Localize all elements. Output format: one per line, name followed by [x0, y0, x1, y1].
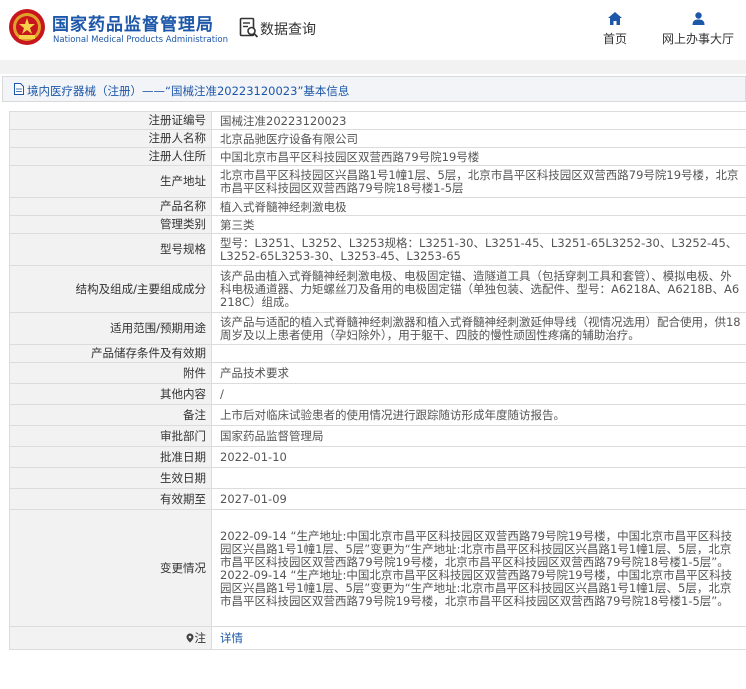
- table-row-note: 注 详情: [10, 627, 746, 650]
- note-label-cell: 注: [10, 627, 212, 649]
- field-label: 生效日期: [10, 468, 212, 488]
- field-label: 注册人名称: [10, 130, 212, 147]
- table-row: 适用范围/预期用途 该产品与适配的植入式脊髓神经刺激器和植入式脊髓神经刺激延伸导…: [10, 313, 746, 345]
- field-value: 该产品与适配的植入式脊髓神经刺激器和植入式脊髓神经刺激延伸导线（视情况选用）配合…: [212, 313, 746, 344]
- change-log-value: 2022-09-14 “生产地址:中国北京市昌平区科技园区双营西路79号院19号…: [212, 510, 746, 626]
- table-row: 其他内容 /: [10, 384, 746, 405]
- field-value: [212, 468, 746, 488]
- field-label: 备注: [10, 405, 212, 425]
- nav-home-label: 首页: [602, 32, 627, 46]
- document-icon: [14, 83, 24, 95]
- field-label: 结构及组成/主要组成成分: [10, 266, 212, 312]
- field-value: 2027-01-09: [212, 489, 746, 509]
- table-row: 管理类别 第三类: [10, 216, 746, 234]
- field-label: 审批部门: [10, 426, 212, 446]
- field-label: 产品储存条件及有效期: [10, 345, 212, 362]
- table-row: 结构及组成/主要组成成分 该产品由植入式脊髓神经刺激电极、电极固定锚、造隧道工具…: [10, 266, 746, 313]
- table-row: 附件 产品技术要求: [10, 363, 746, 384]
- table-row: 备注 上市后对临床试验患者的使用情况进行跟踪随访形成年度随访报告。: [10, 405, 746, 426]
- field-label: 生产地址: [10, 166, 212, 197]
- field-value: 该产品由植入式脊髓神经刺激电极、电极固定锚、造隧道工具（包括穿刺工具和套管）、模…: [212, 266, 746, 312]
- field-label: 变更情况: [10, 510, 212, 626]
- field-label: 适用范围/预期用途: [10, 313, 212, 344]
- table-row-change-log: 变更情况 2022-09-14 “生产地址:中国北京市昌平区科技园区双营西路79…: [10, 510, 746, 627]
- field-label: 产品名称: [10, 198, 212, 215]
- field-value: 北京品驰医疗设备有限公司: [212, 130, 746, 147]
- field-label: 批准日期: [10, 447, 212, 467]
- data-query-icon: [239, 17, 259, 38]
- nav-home[interactable]: 首页: [575, 12, 655, 47]
- change-log-entry: 2022-09-14 “生产地址:中国北京市昌平区科技园区双营西路79号院19号…: [220, 567, 733, 608]
- table-row: 型号规格 型号：L3251、L3252、L3253规格：L3251-30、L32…: [10, 234, 746, 266]
- field-value: 植入式脊髓神经刺激电极: [212, 198, 746, 215]
- field-label: 附件: [10, 363, 212, 383]
- table-row: 批准日期 2022-01-10: [10, 447, 746, 468]
- change-log-entry: 2022-09-14 “生产地址:中国北京市昌平区科技园区双营西路79号院19号…: [220, 528, 733, 569]
- table-row: 有效期至 2027-01-09: [10, 489, 746, 510]
- table-row: 注册证编号 国械注准20223120023: [10, 112, 746, 130]
- field-value: 第三类: [212, 216, 746, 233]
- home-icon: [608, 12, 622, 25]
- field-value: /: [212, 384, 746, 404]
- field-label: 型号规格: [10, 234, 212, 265]
- note-label: 注: [194, 630, 207, 645]
- field-value: 国械注准20223120023: [212, 112, 746, 129]
- field-label: 有效期至: [10, 489, 212, 509]
- table-row: 产品储存条件及有效期: [10, 345, 746, 363]
- field-value: [212, 345, 746, 362]
- detail-table: 注册证编号 国械注准20223120023 注册人名称 北京品驰医疗设备有限公司…: [9, 111, 746, 650]
- org-name-en: National Medical Products Administration: [53, 35, 228, 45]
- note-value: 详情: [212, 627, 746, 649]
- field-label: 管理类别: [10, 216, 212, 233]
- nav-office-label: 网上办事大厅: [661, 32, 734, 46]
- breadcrumb: 境内医疗器械（注册）——“国械注准20223120023”基本信息: [27, 84, 350, 98]
- field-value: 产品技术要求: [212, 363, 746, 383]
- page-title-bar: 境内医疗器械（注册）——“国械注准20223120023”基本信息: [2, 76, 746, 102]
- table-row: 审批部门 国家药品监督管理局: [10, 426, 746, 447]
- details-link[interactable]: 详情: [220, 632, 742, 645]
- field-label: 注册证编号: [10, 112, 212, 129]
- emblem-logo: [9, 9, 45, 45]
- field-value: 上市后对临床试验患者的使用情况进行跟踪随访形成年度随访报告。: [212, 405, 746, 425]
- field-value: 中国北京市昌平区科技园区双营西路79号院19号楼: [212, 148, 746, 165]
- field-value: 型号：L3251、L3252、L3253规格：L3251-30、L3251-45…: [212, 234, 746, 265]
- field-value: 2022-01-10: [212, 447, 746, 467]
- org-name-cn: 国家药品监督管理局: [52, 15, 214, 35]
- field-value: 北京市昌平区科技园区兴昌路1号1幢1层、5层，北京市昌平区科技园区双营西路79号…: [212, 166, 746, 197]
- header-divider: [0, 60, 746, 74]
- table-row: 生效日期: [10, 468, 746, 489]
- field-label: 其他内容: [10, 384, 212, 404]
- user-icon: [692, 12, 704, 25]
- field-label: 注册人住所: [10, 148, 212, 165]
- site-header: 国家药品监督管理局 National Medical Products Admi…: [0, 0, 746, 60]
- nav-online-office[interactable]: 网上办事大厅: [650, 12, 746, 47]
- table-row: 生产地址 北京市昌平区科技园区兴昌路1号1幢1层、5层，北京市昌平区科技园区双营…: [10, 166, 746, 198]
- data-query-link[interactable]: 数据查询: [260, 19, 316, 39]
- field-value: 国家药品监督管理局: [212, 426, 746, 446]
- table-row: 产品名称 植入式脊髓神经刺激电极: [10, 198, 746, 216]
- table-row: 注册人名称 北京品驰医疗设备有限公司: [10, 130, 746, 148]
- pin-icon: [186, 633, 193, 643]
- table-row: 注册人住所 中国北京市昌平区科技园区双营西路79号院19号楼: [10, 148, 746, 166]
